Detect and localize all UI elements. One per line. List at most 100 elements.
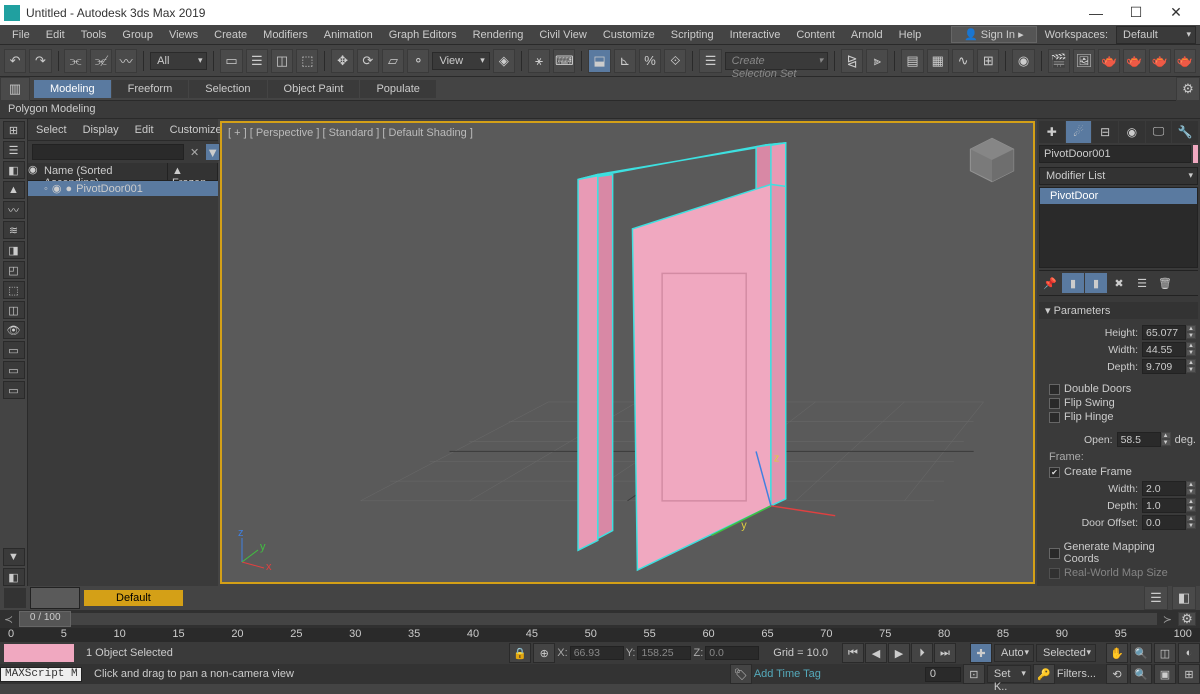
display-tab[interactable]: 🖵	[1146, 121, 1172, 143]
orbit-view-button[interactable]: ⟲	[1106, 664, 1128, 684]
isolate-selection-button[interactable]: 🏷	[730, 664, 752, 684]
setkey-button[interactable]: Set K..	[987, 665, 1031, 683]
goto-start-button[interactable]: ⏮	[842, 643, 864, 663]
pivot-center-button[interactable]: ◈	[493, 49, 515, 73]
x-input[interactable]	[570, 646, 624, 660]
z-input[interactable]	[705, 646, 759, 660]
open-input[interactable]	[1117, 432, 1161, 447]
tree-vis-icon[interactable]: ◉	[52, 182, 62, 195]
render-setup-button[interactable]: 🎬	[1048, 49, 1070, 73]
create-frame-checkbox[interactable]: ✔	[1049, 467, 1060, 478]
align-button[interactable]: ⫸	[866, 49, 888, 73]
prev-frame-button[interactable]: ◀	[865, 643, 887, 663]
autokey-button[interactable]: Auto	[994, 644, 1034, 662]
placement-button[interactable]: ⚬	[407, 49, 429, 73]
column-chooser-button[interactable]: ▼	[3, 548, 25, 566]
menu-customize[interactable]: Customize	[595, 27, 663, 43]
angle-snap-button[interactable]: ⊾	[614, 49, 636, 73]
spinner-down[interactable]: ▼	[1186, 332, 1196, 339]
modifier-stack-item[interactable]: PivotDoor	[1040, 188, 1197, 204]
frozen-column-header[interactable]: ▲ Frozen	[168, 163, 218, 180]
show-end-result-button[interactable]: ▮	[1062, 273, 1084, 293]
render-iterative-button[interactable]: 🫖	[1123, 49, 1145, 73]
frame-width-input[interactable]	[1142, 481, 1186, 496]
parameters-rollout-header[interactable]: Parameters	[1039, 302, 1198, 319]
menu-edit[interactable]: Edit	[38, 27, 73, 43]
lock-selection-button[interactable]: 🔒	[509, 643, 531, 663]
utilities-tab[interactable]: 🔧	[1172, 121, 1198, 143]
gen-mapping-checkbox[interactable]	[1049, 548, 1060, 559]
menu-content[interactable]: Content	[788, 27, 843, 43]
pan-view-button[interactable]: ✋	[1106, 643, 1128, 663]
window-crossing-button[interactable]: ⬚	[296, 49, 318, 73]
zoom-extents-button[interactable]: 🔍	[1130, 643, 1152, 663]
current-frame-input[interactable]	[925, 667, 961, 682]
xref-filter-button[interactable]: 👁	[3, 321, 25, 339]
spinner-up[interactable]: ▲	[1186, 325, 1196, 332]
next-frame-button[interactable]: ⏵	[911, 643, 933, 663]
group-filter-button[interactable]: ◫	[3, 301, 25, 319]
material-slot[interactable]	[30, 587, 80, 609]
flip-swing-checkbox[interactable]	[1049, 398, 1060, 409]
time-slider[interactable]: 0 / 100	[19, 613, 1157, 625]
menu-file[interactable]: File	[4, 27, 38, 43]
bind-button[interactable]: 〰	[115, 49, 137, 73]
layers-toolbar-button[interactable]: ☰	[1144, 586, 1168, 610]
modify-tab[interactable]: ☄	[1066, 121, 1092, 143]
container-filter-button[interactable]: ▭	[3, 361, 25, 379]
menu-animation[interactable]: Animation	[316, 27, 381, 43]
percent-snap-button[interactable]: %	[639, 49, 661, 73]
rect-region-button[interactable]: ◫	[271, 49, 293, 73]
ribbon-tab-object-paint[interactable]: Object Paint	[268, 80, 360, 98]
maximize-button[interactable]: ☐	[1116, 4, 1156, 21]
flip-hinge-checkbox[interactable]	[1049, 412, 1060, 423]
menu-scripting[interactable]: Scripting	[663, 27, 722, 43]
toggle-ribbon-button[interactable]: ▦	[927, 49, 949, 73]
selection-filter-dropdown[interactable]: All	[150, 52, 207, 70]
zoom-region-button[interactable]: ◫	[1154, 643, 1176, 663]
keyboard-shortcut-button[interactable]: ⌨	[553, 49, 575, 73]
select-by-name-button[interactable]: ☰	[246, 49, 268, 73]
scene-tab-edit[interactable]: Edit	[131, 122, 158, 138]
helper-filter-button[interactable]: ◰	[3, 261, 25, 279]
object-name-input[interactable]	[1039, 145, 1191, 163]
frozen-filter-button[interactable]: ▭	[3, 381, 25, 399]
schematic-view-button[interactable]: ⊞	[977, 49, 999, 73]
scale-button[interactable]: ▱	[382, 49, 404, 73]
key-target-dropdown[interactable]: Selected	[1036, 644, 1096, 662]
camera-filter-button[interactable]: ◨	[3, 241, 25, 259]
bone-filter-button[interactable]: ▭	[3, 341, 25, 359]
hierarchy-tab[interactable]: ⊟	[1092, 121, 1118, 143]
undo-button[interactable]: ↶	[4, 49, 26, 73]
mirror-button[interactable]: ⧎	[841, 49, 863, 73]
rotate-button[interactable]: ⟳	[357, 49, 379, 73]
isolate-button[interactable]: ◧	[1172, 586, 1196, 610]
layer-explorer-button[interactable]: ▤	[901, 49, 923, 73]
menu-group[interactable]: Group	[114, 27, 161, 43]
filter-selection-button[interactable]: ▼	[205, 143, 220, 161]
ribbon-tab-freeform[interactable]: Freeform	[112, 80, 189, 98]
minimize-button[interactable]: —	[1076, 5, 1116, 21]
key-filters-label[interactable]: Filters...	[1057, 668, 1096, 680]
light-filter-button[interactable]: ≋	[3, 221, 25, 239]
workspace-dropdown[interactable]: Default	[1116, 26, 1196, 44]
menu-tools[interactable]: Tools	[73, 27, 115, 43]
spacewarp-filter-button[interactable]: ⬚	[3, 281, 25, 299]
menu-modifiers[interactable]: Modifiers	[255, 27, 316, 43]
rendered-frame-button[interactable]: 🖼	[1073, 49, 1095, 73]
menu-create[interactable]: Create	[206, 27, 255, 43]
create-tab[interactable]: ✚	[1039, 121, 1065, 143]
manipulate-button[interactable]: ⚹	[528, 49, 550, 73]
scene-tab-select[interactable]: Select	[32, 122, 71, 138]
scene-explorer-toggle[interactable]: ⊞	[3, 121, 25, 139]
ribbon-config-button[interactable]: ⚙	[1176, 77, 1200, 101]
scene-tab-customize[interactable]: Customize	[166, 122, 226, 138]
field-of-view-button[interactable]: ◐	[1178, 643, 1200, 663]
ribbon-toggle-button[interactable]: ▥	[0, 77, 30, 101]
frame-depth-input[interactable]	[1142, 498, 1186, 513]
name-column-header[interactable]: Name (Sorted Ascending)	[40, 163, 168, 180]
render-production-button[interactable]: 🫖	[1098, 49, 1120, 73]
spinner-snap-button[interactable]: ⟐	[664, 49, 686, 73]
edit-selection-set-button[interactable]: ☰	[699, 49, 721, 73]
snap-button[interactable]: ⬓	[588, 49, 610, 73]
